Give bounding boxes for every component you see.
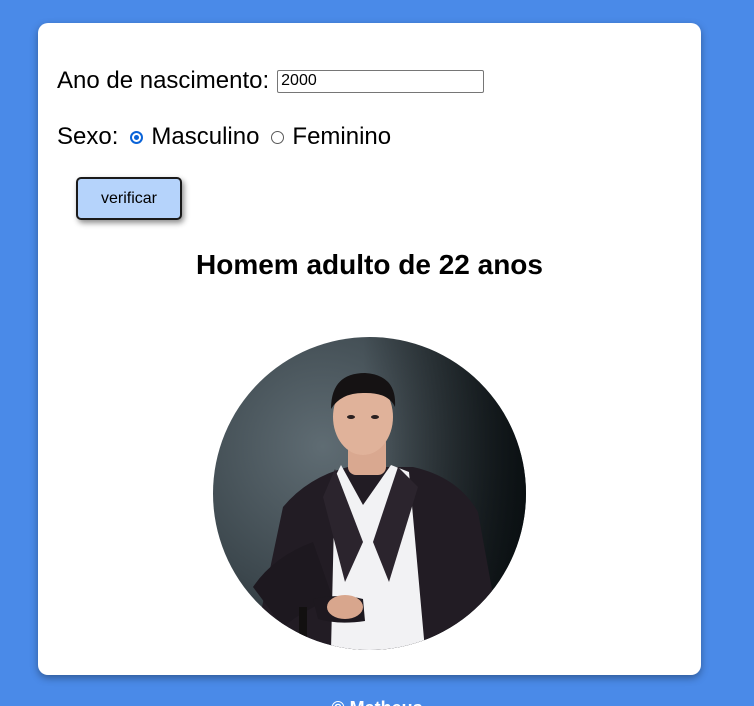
radio-masculino-label[interactable]: Masculino [151, 123, 259, 151]
radio-masculino[interactable] [130, 130, 144, 144]
result-photo [213, 337, 526, 650]
verify-button[interactable]: verificar [76, 177, 182, 220]
radio-feminino[interactable] [271, 130, 285, 144]
radio-feminino-label[interactable]: Feminino [292, 123, 391, 151]
main-card: Ano de nascimento: Sexo: Masculino Femin… [38, 23, 701, 675]
man-portrait-image [213, 337, 526, 650]
sex-label: Sexo: [57, 123, 119, 150]
year-input[interactable] [277, 69, 485, 93]
footer-text: © Matheus [0, 698, 754, 706]
sex-row: Sexo: Masculino Feminino [57, 123, 391, 151]
year-row: Ano de nascimento: [57, 67, 485, 95]
year-label: Ano de nascimento: [57, 67, 270, 94]
result-text: Homem adulto de 22 anos [196, 249, 543, 280]
